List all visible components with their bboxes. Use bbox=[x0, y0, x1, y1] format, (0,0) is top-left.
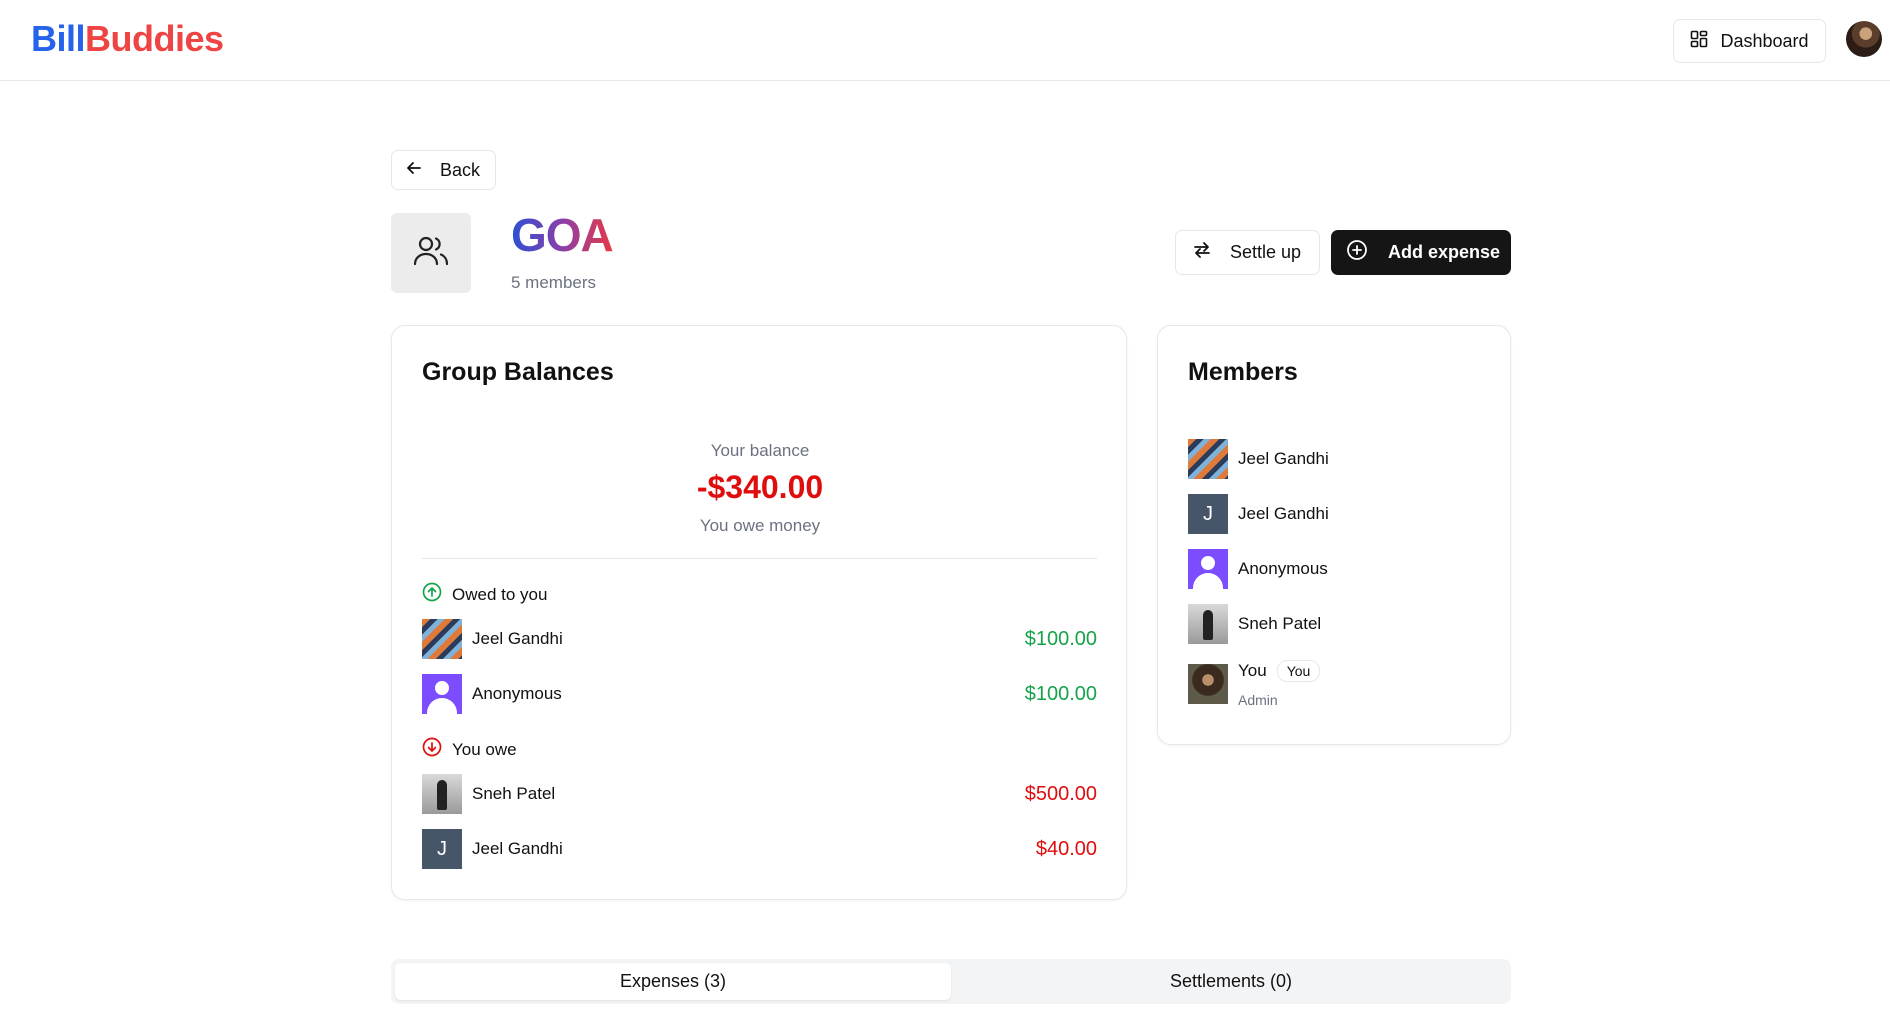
member-role: Admin bbox=[1238, 692, 1278, 708]
amount: $40.00 bbox=[1035, 837, 1097, 860]
members-card: Members Jeel Gandhi J Jeel Gandhi Anonym… bbox=[1157, 325, 1511, 745]
amount: $100.00 bbox=[1024, 682, 1097, 705]
tab-settlements[interactable]: Settlements (0) bbox=[955, 963, 1507, 1000]
group-member-count: 5 members bbox=[511, 273, 597, 292]
top-navbar: BillBuddies Dashboard bbox=[0, 0, 1890, 81]
member-item: Jeel Gandhi bbox=[1188, 439, 1329, 479]
dashboard-button[interactable]: Dashboard bbox=[1673, 19, 1826, 63]
your-balance-amount: -$340.00 bbox=[696, 469, 824, 505]
logo-part-buddies: Buddies bbox=[85, 18, 224, 59]
grid-icon bbox=[1690, 30, 1708, 53]
settle-up-button[interactable]: Settle up bbox=[1175, 230, 1320, 275]
you-owe-header: You owe bbox=[422, 737, 517, 762]
owed-to-you-header: Owed to you bbox=[422, 582, 547, 607]
back-button[interactable]: Back bbox=[391, 150, 496, 190]
member-name: Anonymous bbox=[1238, 559, 1328, 578]
group-balances-title: Group Balances bbox=[422, 358, 614, 386]
tab-expenses[interactable]: Expenses (3) bbox=[395, 963, 951, 1000]
divider bbox=[422, 558, 1097, 559]
user-avatar[interactable] bbox=[1846, 21, 1882, 57]
group-balances-card: Group Balances Your balance -$340.00 You… bbox=[391, 325, 1127, 900]
avatar: J bbox=[422, 829, 462, 869]
member-name: Anonymous bbox=[472, 684, 562, 703]
amount: $100.00 bbox=[1024, 627, 1097, 650]
avatar bbox=[422, 619, 462, 659]
back-label: Back bbox=[440, 159, 481, 180]
member-item: Anonymous bbox=[1188, 549, 1328, 589]
avatar bbox=[1188, 549, 1228, 589]
app-logo[interactable]: BillBuddies bbox=[31, 18, 224, 60]
avatar: J bbox=[1188, 494, 1228, 534]
users-icon bbox=[411, 231, 451, 276]
arrow-left-icon bbox=[406, 160, 422, 181]
avatar bbox=[1188, 604, 1228, 644]
member-name: Jeel Gandhi bbox=[1238, 449, 1329, 468]
member-name: Sneh Patel bbox=[472, 784, 556, 803]
group-avatar bbox=[391, 213, 471, 293]
amount: $500.00 bbox=[1024, 782, 1097, 805]
arrow-up-circle-icon bbox=[422, 582, 442, 607]
list-item: Anonymous $100.00 bbox=[422, 674, 1097, 714]
member-name: Jeel Gandhi bbox=[472, 839, 563, 858]
member-name: Jeel Gandhi bbox=[1238, 504, 1329, 523]
arrow-down-circle-icon bbox=[422, 737, 442, 762]
avatar bbox=[1188, 439, 1228, 479]
settle-up-label: Settle up bbox=[1230, 242, 1302, 262]
list-item: Sneh Patel $500.00 bbox=[422, 774, 1097, 814]
logo-part-bill: Bill bbox=[31, 18, 86, 59]
your-balance-label: Your balance bbox=[710, 441, 810, 460]
tab-bar: Expenses (3) Settlements (0) bbox=[391, 959, 1511, 1004]
dashboard-label: Dashboard bbox=[1720, 30, 1809, 51]
member-item: Sneh Patel bbox=[1188, 604, 1321, 644]
member-name: You bbox=[1238, 661, 1267, 680]
your-balance-note: You owe money bbox=[699, 516, 821, 535]
plus-circle-icon bbox=[1346, 239, 1368, 266]
add-expense-label: Add expense bbox=[1388, 242, 1501, 262]
you-badge: You bbox=[1276, 660, 1321, 682]
list-item: J Jeel Gandhi $40.00 bbox=[422, 829, 1097, 869]
arrows-exchange-icon bbox=[1192, 240, 1212, 265]
avatar bbox=[422, 774, 462, 814]
members-title: Members bbox=[1188, 358, 1298, 386]
avatar bbox=[422, 674, 462, 714]
you-owe-label: You owe bbox=[452, 739, 517, 759]
member-name: Jeel Gandhi bbox=[472, 629, 563, 648]
member-item: J Jeel Gandhi bbox=[1188, 494, 1329, 534]
add-expense-button[interactable]: Add expense bbox=[1331, 230, 1511, 275]
owed-to-you-label: Owed to you bbox=[452, 584, 548, 604]
member-name: Sneh Patel bbox=[1238, 614, 1322, 633]
list-item: Jeel Gandhi $100.00 bbox=[422, 619, 1097, 659]
group-title: GOA bbox=[511, 209, 614, 261]
avatar bbox=[1188, 664, 1228, 704]
